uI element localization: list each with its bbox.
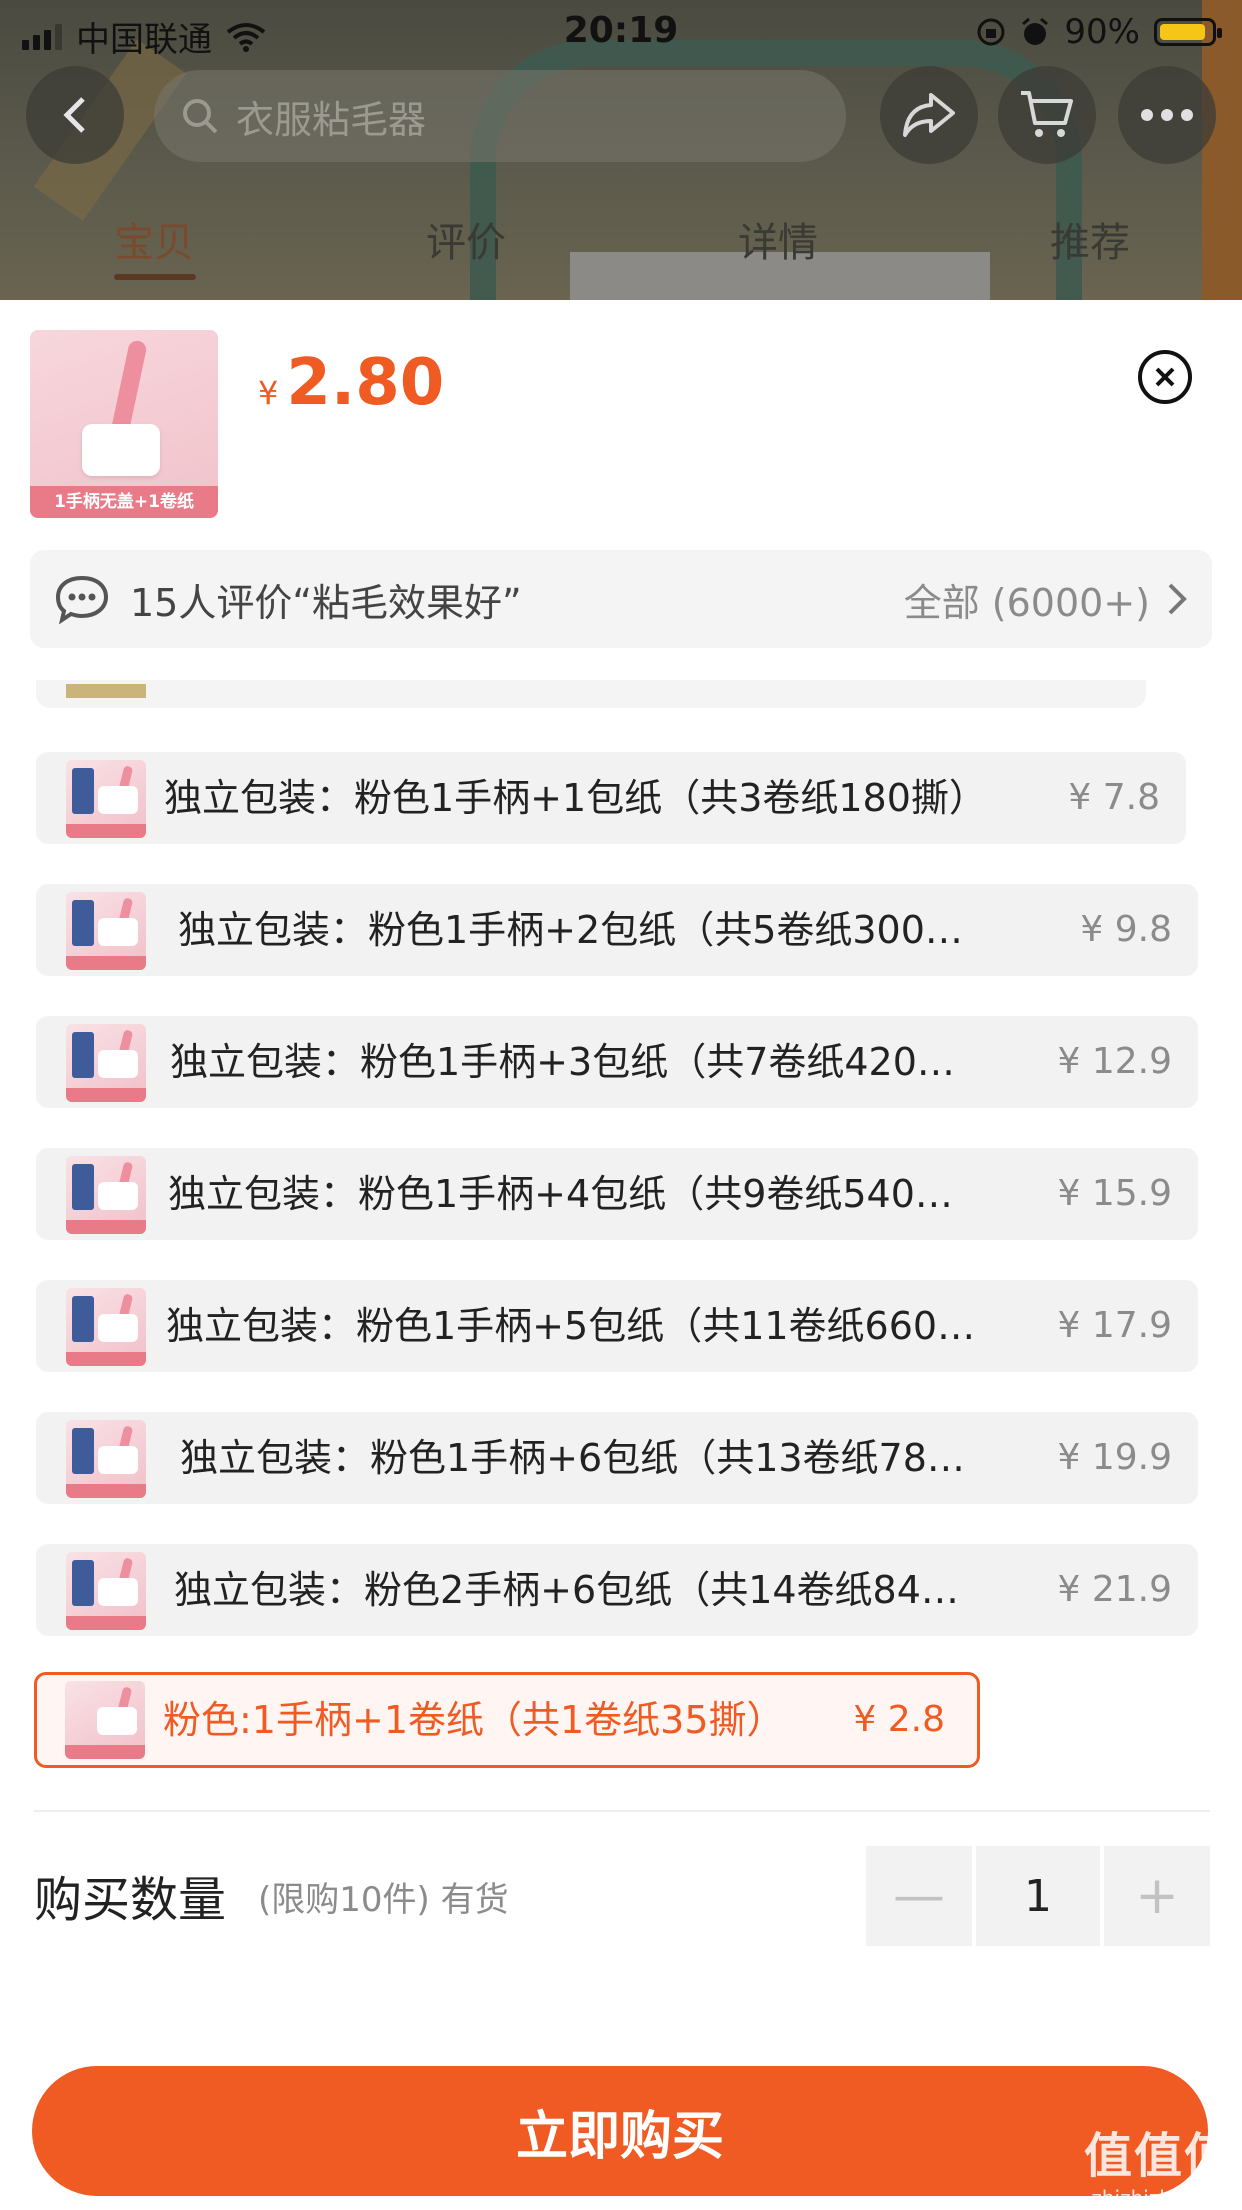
option-price: ¥ 7.8: [1068, 777, 1160, 818]
share-button[interactable]: [880, 66, 978, 164]
close-button[interactable]: [1138, 350, 1192, 404]
option-price: ¥ 9.8: [1080, 909, 1172, 950]
alarm-icon: [1022, 17, 1049, 45]
option-price: ¥ 19.9: [1057, 1437, 1172, 1478]
review-summary-bar[interactable]: 15人评价“粘毛效果好” 全部 (6000+): [30, 550, 1212, 648]
battery-percent: 90%: [1064, 12, 1140, 52]
thumbnail-caption: 1手柄无盖+1卷纸: [30, 486, 218, 518]
option-thumbnail: [66, 1552, 146, 1630]
review-highlight: 15人评价“粘毛效果好”: [130, 580, 522, 625]
buy-now-button[interactable]: 立即购买: [32, 2066, 1208, 2196]
option-label: 独立包装：粉色1手柄+1包纸（共3卷纸180撕）: [164, 776, 987, 820]
sku-option[interactable]: 独立包装：粉色1手柄+5包纸（共11卷纸660… ¥ 17.9: [36, 1280, 1198, 1372]
option-label: 独立包装：粉色1手柄+5包纸（共11卷纸660…: [166, 1304, 976, 1348]
tab-recommend[interactable]: 推荐: [1050, 210, 1130, 268]
option-label: 独立包装：粉色1手柄+6包纸（共13卷纸78…: [180, 1436, 965, 1480]
search-icon: [183, 99, 218, 134]
status-bar: 中国联通 20:19 90%: [0, 0, 1242, 60]
option-partial-hidden: [36, 680, 1146, 708]
cart-icon: [1021, 91, 1073, 137]
more-icon: [1141, 109, 1193, 121]
more-button[interactable]: [1118, 66, 1216, 164]
battery-icon: [1154, 18, 1222, 46]
page-tabs: 宝贝 评价 详情 推荐: [0, 210, 1242, 280]
review-all-link[interactable]: 全部 (6000+): [904, 572, 1150, 627]
tab-reviews[interactable]: 评价: [426, 210, 506, 268]
option-price: ¥ 12.9: [1057, 1041, 1172, 1082]
site-watermark: 值值值 zhizhizhi.com: [1083, 2128, 1234, 2210]
option-thumbnail: [66, 1024, 146, 1102]
option-price: ¥ 15.9: [1057, 1173, 1172, 1214]
option-thumbnail: [66, 892, 146, 970]
close-icon: [1155, 367, 1175, 387]
quantity-title: 购买数量: [34, 1872, 227, 1928]
share-icon: [903, 93, 955, 137]
sku-option-selected[interactable]: 粉色:1手柄+1卷纸（共1卷纸35撕） ¥ 2.8: [34, 1672, 980, 1768]
currency-symbol: ¥: [258, 374, 279, 412]
option-price: ¥ 2.8: [853, 1699, 945, 1740]
chevron-right-icon: [1168, 583, 1187, 615]
tab-details[interactable]: 详情: [738, 210, 818, 268]
price-value: 2.80: [286, 346, 445, 420]
orientation-lock-icon: [977, 18, 1005, 46]
increase-button[interactable]: +: [1104, 1846, 1210, 1946]
option-thumbnail: [66, 1420, 146, 1498]
search-input[interactable]: 衣服粘毛器: [154, 70, 846, 162]
option-label: 粉色:1手柄+1卷纸（共1卷纸35撕）: [163, 1698, 785, 1742]
back-button[interactable]: [26, 66, 124, 164]
option-label: 独立包装：粉色1手柄+3包纸（共7卷纸420…: [170, 1040, 955, 1084]
quantity-value[interactable]: 1: [976, 1846, 1100, 1946]
divider: [34, 1810, 1210, 1812]
option-thumbnail: [66, 1156, 146, 1234]
quantity-stepper: — 1 +: [866, 1846, 1210, 1946]
back-icon: [63, 97, 85, 133]
sku-option[interactable]: 独立包装：粉色1手柄+1包纸（共3卷纸180撕） ¥ 7.8: [36, 752, 1186, 844]
comment-icon: [55, 575, 109, 624]
option-label: 独立包装：粉色2手柄+6包纸（共14卷纸84…: [174, 1568, 959, 1612]
sku-selection-sheet: 1手柄无盖+1卷纸 ¥ 2.80 15人评价“粘毛效果好” 全部 (6000+)…: [0, 300, 1242, 2210]
decrease-button[interactable]: —: [866, 1846, 972, 1946]
price: ¥ 2.80: [258, 346, 444, 420]
option-label: 独立包装：粉色1手柄+2包纸（共5卷纸300…: [178, 908, 963, 952]
tab-item[interactable]: 宝贝: [114, 210, 194, 268]
sku-option[interactable]: 独立包装：粉色1手柄+3包纸（共7卷纸420… ¥ 12.9: [36, 1016, 1198, 1108]
option-thumbnail: [66, 760, 146, 838]
quantity-limit-note: (限购10件) 有货: [258, 1880, 509, 1920]
active-tab-indicator: [114, 274, 196, 280]
product-thumbnail[interactable]: 1手柄无盖+1卷纸: [30, 330, 218, 518]
product-page-backdrop: 中国联通 20:19 90% 衣服粘毛器 宝贝 评价 详情 推荐: [0, 0, 1242, 300]
sku-option[interactable]: 独立包装：粉色1手柄+6包纸（共13卷纸78… ¥ 19.9: [36, 1412, 1198, 1504]
sku-option[interactable]: 独立包装：粉色1手柄+2包纸（共5卷纸300… ¥ 9.8: [36, 884, 1198, 976]
cart-button[interactable]: [998, 66, 1096, 164]
option-price: ¥ 17.9: [1057, 1305, 1172, 1346]
sku-option[interactable]: 独立包装：粉色2手柄+6包纸（共14卷纸84… ¥ 21.9: [36, 1544, 1198, 1636]
sku-option[interactable]: 独立包装：粉色1手柄+4包纸（共9卷纸540… ¥ 15.9: [36, 1148, 1198, 1240]
search-placeholder: 衣服粘毛器: [236, 97, 427, 142]
top-nav: 衣服粘毛器: [0, 66, 1242, 186]
option-label: 独立包装：粉色1手柄+4包纸（共9卷纸540…: [168, 1172, 953, 1216]
option-thumbnail: [66, 1288, 146, 1366]
option-price: ¥ 21.9: [1057, 1569, 1172, 1610]
option-thumbnail: [65, 1681, 145, 1759]
